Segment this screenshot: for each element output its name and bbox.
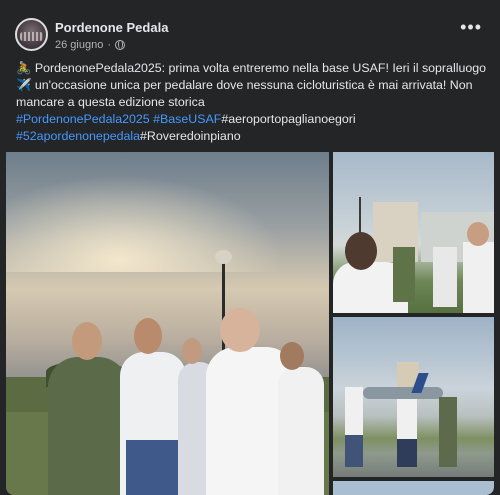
main-photo[interactable] xyxy=(6,152,329,495)
post-text-line-2: ✈️ un'occasione unica per pedalare dove … xyxy=(16,78,473,92)
hashtag-52apordenonepedala[interactable]: #52apordenonepedala xyxy=(16,129,140,143)
photo-grid xyxy=(6,152,494,495)
facebook-post: Pordenone Pedala 26 giugno · ••• 🚴 Porde… xyxy=(6,8,494,495)
post-text: 🚴 PordenonePedala2025: prima volta entre… xyxy=(16,60,488,145)
globe-icon xyxy=(115,40,125,50)
post-text-line-1: 🚴 PordenonePedala2025: prima volta entre… xyxy=(16,61,487,75)
post-text-line-3: mancare a questa edizione storica xyxy=(16,95,205,109)
hashtag-roveredoinpiano[interactable]: #Roveredoinpiano xyxy=(140,129,241,143)
more-options-icon[interactable]: ••• xyxy=(460,18,482,36)
meta-separator: · xyxy=(107,39,111,51)
post-date[interactable]: 26 giugno xyxy=(55,39,103,51)
page-avatar[interactable] xyxy=(15,18,48,51)
hashtag-baseusaf[interactable]: #BaseUSAF xyxy=(153,112,221,126)
hashtag-aeroporto[interactable]: #aeroportopaglianoegori xyxy=(221,112,355,126)
hashtag-line-2: #52apordenonepedala#Roveredoinpiano xyxy=(16,128,488,145)
photo-middle-right[interactable] xyxy=(333,317,494,477)
hashtag-pordenonepedala2025[interactable]: #PordenonePedala2025 xyxy=(16,112,150,126)
hashtag-line-1: #PordenonePedala2025 #BaseUSAF#aeroporto… xyxy=(16,111,488,128)
post-header: Pordenone Pedala 26 giugno · ••• xyxy=(6,8,494,60)
post-meta: 26 giugno · xyxy=(55,39,125,51)
photo-top-right[interactable] xyxy=(333,152,494,313)
photo-bottom-right[interactable] xyxy=(333,481,494,495)
page-name[interactable]: Pordenone Pedala xyxy=(55,20,168,35)
